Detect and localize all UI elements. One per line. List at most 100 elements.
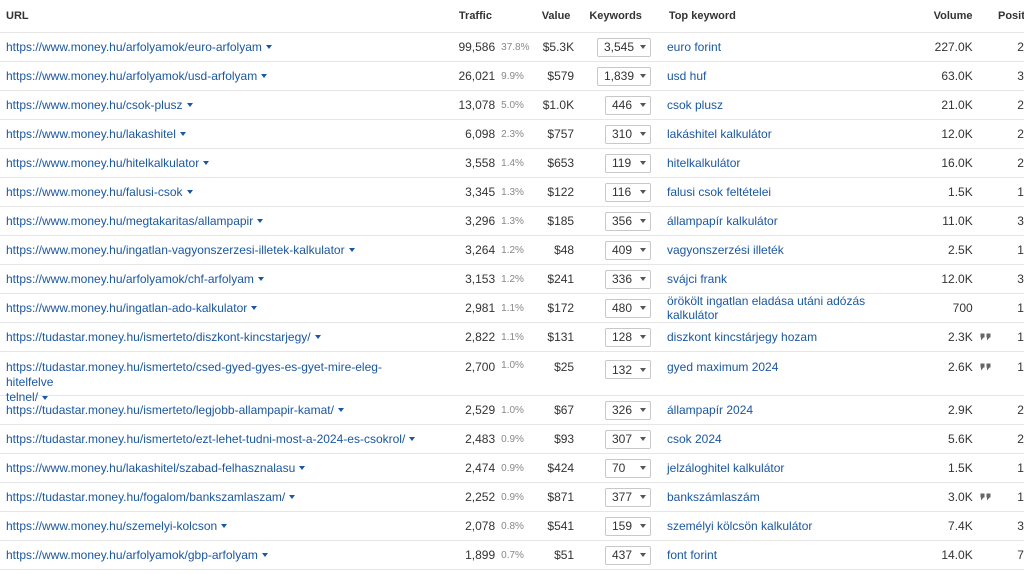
url-dropdown-icon[interactable] [348, 248, 355, 253]
url-link[interactable]: https://www.money.hu/lakashitel [6, 127, 176, 141]
top-keyword-link[interactable]: személyi kölcsön kalkulátor [667, 519, 812, 533]
table-row: https://tudastar.money.hu/ismerteto/ezt-… [0, 425, 1024, 454]
chevron-down-icon [640, 103, 646, 107]
keywords-cell: 480 [574, 298, 653, 318]
traffic-value: 2,474 [465, 461, 496, 475]
url-link[interactable]: https://www.money.hu/arfolyamok/gbp-arfo… [6, 548, 258, 562]
header-top-keyword[interactable]: Top keyword [655, 10, 920, 22]
url-cell: https://www.money.hu/hitelkalkulator [0, 156, 426, 171]
url-dropdown-icon[interactable] [409, 437, 416, 442]
url-link[interactable]: https://tudastar.money.hu/ismerteto/disz… [6, 330, 311, 344]
table-row: https://www.money.hu/arfolyamok/usd-arfo… [0, 62, 1024, 91]
header-volume[interactable]: Volume [920, 10, 973, 22]
quote-icon [980, 333, 991, 341]
keywords-cell: 377 [574, 487, 653, 507]
top-keyword-link[interactable]: svájci frank [667, 272, 727, 286]
url-link[interactable]: https://www.money.hu/ingatlan-ado-kalkul… [6, 301, 247, 315]
url-link[interactable]: https://www.money.hu/lakashitel/szabad-f… [6, 461, 295, 475]
url-link[interactable]: https://www.money.hu/arfolyamok/usd-arfo… [6, 69, 257, 83]
url-dropdown-icon[interactable] [42, 395, 49, 400]
url-dropdown-icon[interactable] [337, 408, 344, 413]
top-keyword-link[interactable]: bankszámlaszám [667, 490, 760, 504]
top-keyword-link[interactable]: euro forint [667, 40, 721, 54]
url-link[interactable]: https://tudastar.money.hu/ismerteto/csed… [6, 360, 382, 404]
url-link[interactable]: https://www.money.hu/arfolyamok/euro-arf… [6, 40, 262, 54]
url-dropdown-icon[interactable] [299, 466, 306, 471]
top-keyword-link[interactable]: csok 2024 [667, 432, 722, 446]
url-link[interactable]: https://www.money.hu/arfolyamok/chf-arfo… [6, 272, 254, 286]
url-link[interactable]: https://tudastar.money.hu/fogalom/banksz… [6, 490, 285, 504]
keywords-dropdown[interactable]: 119 [605, 153, 651, 173]
url-dropdown-icon[interactable] [314, 335, 321, 340]
url-link[interactable]: https://www.money.hu/hitelkalkulator [6, 156, 199, 170]
top-keyword-link[interactable]: vagyonszerzési illeték [667, 243, 784, 257]
top-keyword-link[interactable]: jelzáloghitel kalkulátor [667, 461, 784, 475]
keywords-dropdown[interactable]: 377 [605, 487, 651, 507]
url-dropdown-icon[interactable] [186, 190, 193, 195]
url-link[interactable]: https://www.money.hu/megtakaritas/allamp… [6, 214, 253, 228]
keywords-dropdown[interactable]: 70 [605, 458, 651, 478]
value-cell: $541 [547, 519, 575, 533]
top-keyword-cell: euro forint [653, 40, 919, 54]
url-dropdown-icon[interactable] [186, 103, 193, 108]
keywords-dropdown[interactable]: 3,545 [596, 37, 651, 57]
keywords-count: 336 [612, 272, 633, 286]
top-keyword-link[interactable]: állampapír kalkulátor [667, 214, 778, 228]
keywords-dropdown[interactable]: 446 [605, 95, 651, 115]
keywords-dropdown[interactable]: 1,839 [596, 66, 651, 86]
header-position[interactable]: Position [998, 10, 1024, 22]
top-keyword-link[interactable]: font forint [667, 548, 717, 562]
url-dropdown-icon[interactable] [179, 132, 186, 137]
top-keyword-link[interactable]: gyed maximum 2024 [667, 360, 778, 374]
keywords-dropdown[interactable]: 326 [605, 400, 651, 420]
keywords-dropdown[interactable]: 307 [605, 429, 651, 449]
keywords-dropdown[interactable]: 132 [605, 360, 651, 379]
url-link[interactable]: https://www.money.hu/szemelyi-kolcson [6, 519, 217, 533]
url-dropdown-icon[interactable] [257, 277, 264, 282]
url-cell: https://tudastar.money.hu/ismerteto/disz… [0, 330, 426, 345]
keywords-dropdown[interactable]: 437 [605, 545, 651, 565]
keywords-dropdown[interactable]: 116 [605, 182, 651, 202]
keywords-dropdown[interactable]: 128 [605, 327, 651, 347]
header-traffic[interactable]: Traffic [423, 10, 492, 22]
keywords-dropdown[interactable]: 336 [605, 269, 651, 289]
url-link[interactable]: https://tudastar.money.hu/ismerteto/ezt-… [6, 432, 405, 446]
volume-cell: 2.9K [948, 403, 973, 417]
top-keyword-link[interactable]: diszkont kincstárjegy hozam [667, 330, 817, 344]
table-row: https://www.money.hu/hitelkalkulator 3,5… [0, 149, 1024, 178]
traffic-value: 6,098 [465, 127, 496, 141]
url-dropdown-icon[interactable] [257, 219, 264, 224]
header-value[interactable]: Value [527, 10, 571, 22]
keywords-count: 116 [612, 185, 632, 199]
top-keyword-link[interactable]: örökölt ingatlan eladása utáni adózás ka… [667, 294, 865, 322]
keywords-count: 1,839 [603, 69, 634, 83]
keywords-dropdown[interactable]: 409 [605, 240, 651, 260]
traffic-percent: 0.8% [501, 520, 524, 532]
keywords-dropdown[interactable]: 159 [605, 516, 651, 536]
url-link[interactable]: https://tudastar.money.hu/ismerteto/legj… [6, 403, 334, 417]
top-keyword-link[interactable]: állampapír 2024 [667, 403, 753, 417]
url-dropdown-icon[interactable] [251, 306, 258, 311]
top-keyword-link[interactable]: falusi csok feltételei [667, 185, 771, 199]
url-dropdown-icon[interactable] [289, 495, 296, 500]
url-link[interactable]: https://www.money.hu/ingatlan-vagyonszer… [6, 243, 345, 257]
top-keyword-link[interactable]: csok plusz [667, 98, 723, 112]
keywords-dropdown[interactable]: 310 [605, 124, 651, 144]
top-keyword-link[interactable]: usd huf [667, 69, 706, 83]
header-keywords[interactable]: Keywords [570, 10, 654, 22]
url-link[interactable]: https://www.money.hu/falusi-csok [6, 185, 183, 199]
url-dropdown-icon[interactable] [261, 553, 268, 558]
url-link[interactable]: https://www.money.hu/csok-plusz [6, 98, 183, 112]
top-keyword-link[interactable]: lakáshitel kalkulátor [667, 127, 772, 141]
url-cell: https://tudastar.money.hu/ismerteto/ezt-… [0, 432, 426, 447]
chevron-down-icon [640, 437, 646, 441]
url-dropdown-icon[interactable] [203, 161, 210, 166]
url-dropdown-icon[interactable] [261, 74, 268, 79]
traffic-percent: 0.9% [501, 433, 524, 445]
url-dropdown-icon[interactable] [221, 524, 228, 529]
url-dropdown-icon[interactable] [265, 45, 272, 50]
header-url[interactable]: URL [0, 10, 423, 22]
keywords-dropdown[interactable]: 356 [605, 211, 651, 231]
keywords-dropdown[interactable]: 480 [605, 298, 651, 318]
top-keyword-link[interactable]: hitelkalkulátor [667, 156, 740, 170]
